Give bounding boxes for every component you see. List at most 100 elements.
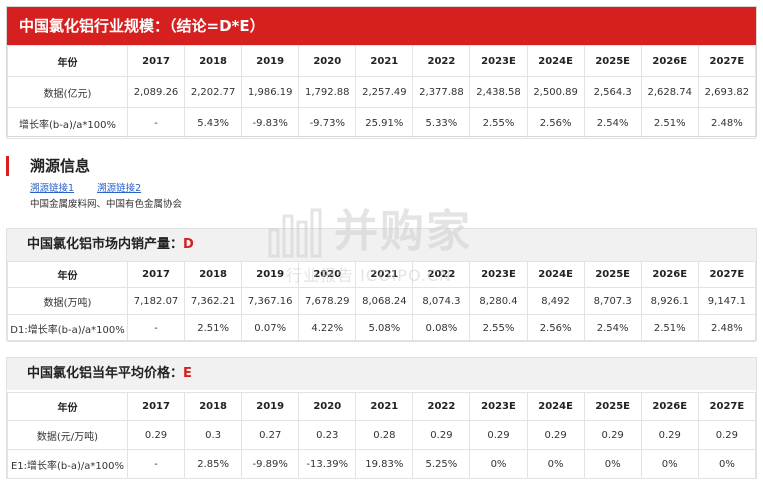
table-row: D1:增长率(b-a)/a*100% -2.51% 0.07% 4.22% 5.08% 0… (7, 314, 757, 342)
trace-link-2[interactable]: 溯源链接2 (97, 183, 141, 194)
table-cell: 8,280.4 (469, 287, 528, 315)
table-header-row: 年份 2017 2018 2019 2020 2021 2022 2023E 2024E 2025… (7, 45, 757, 77)
row-label: E1:增长率(b-a)/a*100% (7, 449, 128, 479)
table-cell: 2,438.58 (469, 76, 528, 108)
column-header: 2025E (583, 45, 642, 77)
average-price-title-text: 中国氯化铝当年平均价格： (27, 366, 184, 381)
column-header: 2022 (412, 392, 471, 421)
table-cell: 2,089.26 (126, 76, 186, 108)
column-header: 2018 (184, 261, 243, 288)
table-cell: 0.07% (241, 314, 300, 342)
table-cell: 5.33% (412, 107, 471, 139)
table-cell: 0.29 (412, 420, 471, 450)
table-cell: 9,147.1 (697, 287, 757, 315)
column-header: 2025E (583, 392, 642, 421)
column-header: 2017 (126, 261, 186, 288)
table-cell: 4.22% (298, 314, 357, 342)
domestic-output-title-text: 中国氯化铝市场内销产量： (27, 237, 184, 252)
table-cell: 19.83% (355, 449, 414, 479)
domestic-output-table: 年份 2017 2018 2019 2020 2021 2022 2023E 2024E 2025… (7, 261, 757, 342)
table-cell: 7,678.29 (298, 287, 357, 315)
column-header: 2025E (583, 261, 642, 288)
average-price-title: 中国氯化铝当年平均价格：E (7, 358, 756, 390)
table-cell: 0.29 (697, 420, 757, 450)
table-cell: 0.08% (412, 314, 471, 342)
column-header: 2022 (412, 261, 471, 288)
table-cell: 8,707.3 (583, 287, 642, 315)
table-cell: 8,068.24 (355, 287, 414, 315)
industry-scale-panel: 中国氯化铝行业规模：（结论=D*E） 年份 2017 2018 2019 2020 202… (6, 6, 757, 139)
table-row: E1:增长率(b-a)/a*100% -2.85% -9.89% -13.39% 19.… (7, 449, 757, 479)
column-header: 2023E (469, 392, 528, 421)
column-header: 2018 (184, 45, 243, 77)
column-header: 2021 (355, 45, 414, 77)
row-label: 数据(元/万吨) (7, 420, 128, 450)
domestic-output-title: 中国氯化铝市场内销产量：D (7, 229, 756, 261)
trace-info-title: 溯源信息 (30, 157, 91, 175)
table-row: 数据(万吨) 7,182.07 7,362.21 7,367.16 7,678.29 8,… (7, 287, 757, 315)
column-header: 年份 (7, 45, 128, 77)
table-cell: 0.27 (241, 420, 300, 450)
table-header-row: 年份 2017 2018 2019 2020 2021 2022 2023E 2024E 2025… (7, 261, 757, 288)
table-cell: 0% (697, 449, 757, 479)
table-cell: 2.54% (583, 107, 642, 139)
table-cell: 0.29 (126, 420, 186, 450)
table-cell: 2,202.77 (184, 76, 243, 108)
trace-source-text: 中国金属废料网、中国有色金属协会 (30, 199, 183, 210)
table-cell: 2.55% (469, 314, 528, 342)
table-cell: 2,377.88 (412, 76, 471, 108)
table-cell: 0.29 (526, 420, 585, 450)
table-cell: 2.56% (526, 107, 585, 139)
table-cell: 0.23 (298, 420, 357, 450)
industry-scale-table: 年份 2017 2018 2019 2020 2021 2022 2023E 2024E 2025… (7, 45, 757, 139)
column-header: 2020 (298, 261, 357, 288)
column-header: 2019 (241, 261, 300, 288)
table-cell: 0% (583, 449, 642, 479)
column-header: 2024E (526, 45, 585, 77)
table-cell: 0% (469, 449, 528, 479)
domestic-output-panel: 中国氯化铝市场内销产量：D 年份 2017 2018 2019 2020 2021 2022… (6, 228, 757, 342)
table-cell: 8,492 (526, 287, 585, 315)
table-cell: -9.89% (241, 449, 300, 479)
trace-link-1[interactable]: 溯源链接1 (30, 183, 74, 194)
table-cell: 2.56% (526, 314, 585, 342)
column-header: 2021 (355, 261, 414, 288)
table-cell: 0.29 (640, 420, 699, 450)
average-price-panel: 中国氯化铝当年平均价格：E 年份 2017 2018 2019 2020 2021 2022… (6, 357, 757, 479)
row-label: D1:增长率(b-a)/a*100% (7, 314, 128, 342)
column-header: 2017 (126, 45, 186, 77)
table-cell: 2,500.89 (526, 76, 585, 108)
table-cell: 2.85% (184, 449, 243, 479)
column-header: 2023E (469, 45, 528, 77)
table-cell: 2.51% (184, 314, 243, 342)
average-price-table-wrap: 年份 2017 2018 2019 2020 2021 2022 2023E 2024E 2025… (7, 392, 757, 479)
column-header: 2019 (241, 392, 300, 421)
table-cell: 0.29 (469, 420, 528, 450)
column-header: 2027E (697, 392, 757, 421)
row-label: 数据(亿元) (7, 76, 128, 108)
table-row: 数据(元/万吨) 0.29 0.3 0.27 0.23 0.28 0.29 0.29 0.29 0… (7, 420, 757, 450)
table-cell: 2,628.74 (640, 76, 699, 108)
table-cell: - (126, 107, 186, 139)
table-cell: 0% (526, 449, 585, 479)
table-cell: 7,362.21 (184, 287, 243, 315)
table-cell: 8,926.1 (640, 287, 699, 315)
table-row: 增长率(b-a)/a*100% -5.43% -9.83% -9.73% 25.91% 5… (7, 107, 757, 139)
table-cell: 2.55% (469, 107, 528, 139)
column-header: 2020 (298, 392, 357, 421)
table-cell: 2,693.82 (697, 76, 757, 108)
column-header: 年份 (7, 392, 128, 421)
column-header: 2021 (355, 392, 414, 421)
table-cell: 7,182.07 (126, 287, 186, 315)
column-header: 2024E (526, 261, 585, 288)
trace-links: 溯源链接1 溯源链接2 (30, 180, 161, 194)
table-cell: 1,792.88 (298, 76, 357, 108)
table-cell: 7,367.16 (241, 287, 300, 315)
table-cell: -9.73% (298, 107, 357, 139)
row-label: 数据(万吨) (7, 287, 128, 315)
industry-scale-table-wrap: 年份 2017 2018 2019 2020 2021 2022 2023E 2024E 2025… (7, 45, 757, 139)
industry-scale-title: 中国氯化铝行业规模：（结论=D*E） (7, 7, 756, 45)
table-cell: 2.48% (697, 314, 757, 342)
column-header: 2026E (640, 261, 699, 288)
table-cell: 0.28 (355, 420, 414, 450)
